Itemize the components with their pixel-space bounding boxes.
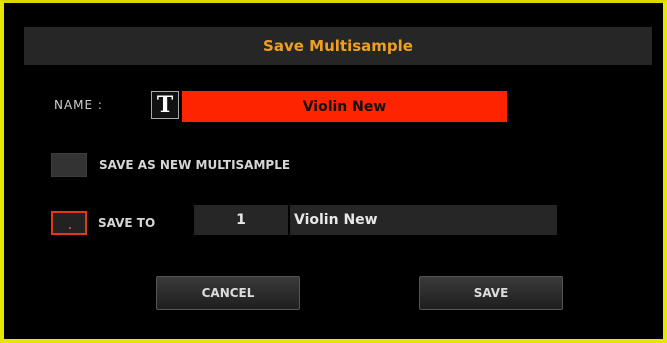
name-field[interactable]: Violin New (182, 91, 507, 122)
save-as-new-checkbox[interactable] (51, 153, 87, 177)
save-as-new-label: SAVE AS NEW MULTISAMPLE (99, 158, 291, 172)
checkbox-mark-icon (69, 227, 71, 229)
cancel-button[interactable]: CANCEL (156, 276, 300, 310)
save-to-label: SAVE TO (98, 216, 156, 230)
name-label: NAME : (54, 98, 103, 112)
dialog-title: Save Multisample (24, 27, 652, 65)
save-multisample-dialog: Save Multisample NAME : T Violin New SAV… (0, 0, 667, 343)
text-edit-icon[interactable]: T (151, 91, 179, 119)
save-to-slot-name[interactable]: Violin New (290, 205, 557, 235)
save-to-checkbox[interactable] (51, 211, 87, 235)
save-button[interactable]: SAVE (419, 276, 563, 310)
save-to-slot-number[interactable]: 1 (194, 205, 288, 235)
